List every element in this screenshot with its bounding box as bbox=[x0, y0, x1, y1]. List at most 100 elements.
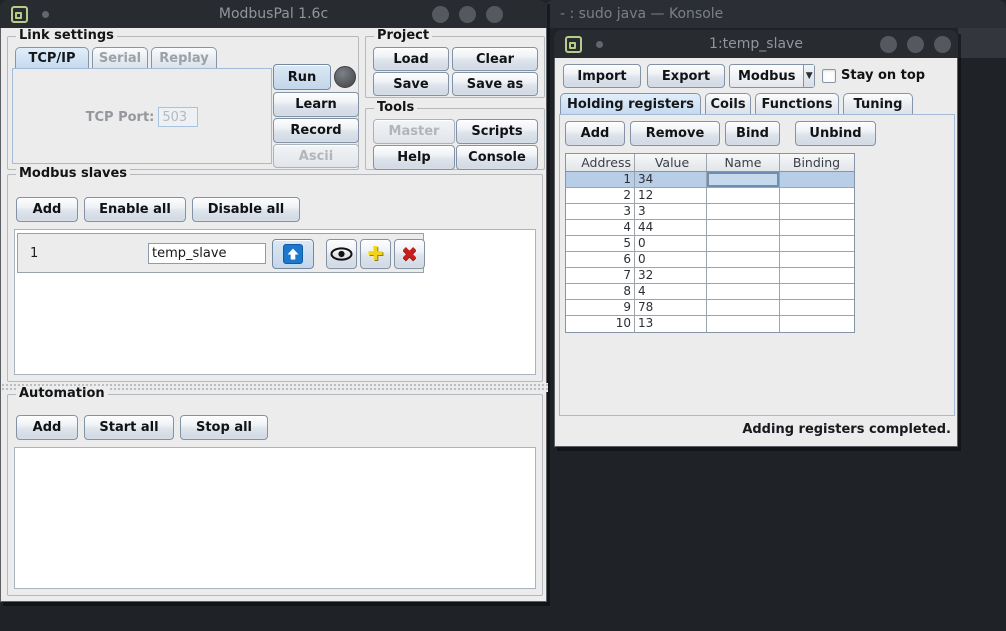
start-all-button[interactable]: Start all bbox=[84, 415, 174, 440]
delete-slave-button[interactable]: ✖ bbox=[394, 239, 425, 269]
load-button[interactable]: Load bbox=[373, 47, 449, 71]
cell-binding[interactable] bbox=[780, 172, 853, 187]
cell-name[interactable] bbox=[707, 220, 780, 235]
cell-binding[interactable] bbox=[780, 220, 853, 235]
cell-binding[interactable] bbox=[780, 188, 853, 203]
cell-binding[interactable] bbox=[780, 284, 853, 299]
delete-x-icon: ✖ bbox=[401, 244, 418, 264]
tab-tuning[interactable]: Tuning bbox=[843, 93, 913, 115]
cell-name[interactable] bbox=[707, 252, 780, 267]
cell-binding[interactable] bbox=[780, 204, 853, 219]
cell-name[interactable] bbox=[707, 284, 780, 299]
disable-all-button[interactable]: Disable all bbox=[192, 197, 300, 222]
close-button[interactable] bbox=[486, 6, 503, 23]
konsole-titlebar[interactable]: - : sudo java — Konsole bbox=[545, 0, 1006, 28]
slave-row[interactable]: 1 ✚ bbox=[17, 233, 424, 273]
cell-address[interactable]: 3 bbox=[566, 204, 635, 219]
cell-value[interactable]: 12 bbox=[635, 188, 707, 203]
clear-button[interactable]: Clear bbox=[452, 47, 538, 71]
cell-address[interactable]: 2 bbox=[566, 188, 635, 203]
protocol-combobox[interactable]: Modbus ▼ bbox=[729, 64, 815, 88]
cell-value[interactable]: 4 bbox=[635, 284, 707, 299]
record-button[interactable]: Record bbox=[273, 118, 359, 143]
cell-name[interactable] bbox=[707, 300, 780, 315]
cell-name[interactable] bbox=[707, 204, 780, 219]
slave-add-button[interactable]: Add bbox=[16, 197, 78, 222]
cell-value[interactable]: 78 bbox=[635, 300, 707, 315]
cell-binding[interactable] bbox=[780, 236, 853, 251]
cell-name[interactable] bbox=[707, 236, 780, 251]
minimize-button[interactable] bbox=[432, 6, 449, 23]
table-row[interactable]: 84 bbox=[566, 284, 854, 300]
cell-address[interactable]: 4 bbox=[566, 220, 635, 235]
cell-address[interactable]: 5 bbox=[566, 236, 635, 251]
table-row[interactable]: 1013 bbox=[566, 316, 854, 332]
cell-value[interactable]: 3 bbox=[635, 204, 707, 219]
automation-add-button[interactable]: Add bbox=[16, 415, 78, 440]
modbuspal-titlebar[interactable]: ModbusPal 1.6c bbox=[0, 0, 547, 28]
cell-binding[interactable] bbox=[780, 300, 853, 315]
enable-all-button[interactable]: Enable all bbox=[84, 197, 186, 222]
table-row[interactable]: 978 bbox=[566, 300, 854, 316]
tab-replay[interactable]: Replay bbox=[151, 47, 217, 69]
run-button[interactable]: Run bbox=[273, 64, 331, 90]
cell-name[interactable] bbox=[707, 268, 780, 283]
toggle-visibility-button[interactable] bbox=[326, 239, 357, 269]
slave-name-input[interactable] bbox=[148, 243, 266, 264]
learn-button[interactable]: Learn bbox=[273, 92, 359, 117]
tab-holding-registers[interactable]: Holding registers bbox=[560, 93, 701, 115]
maximize-button[interactable] bbox=[907, 36, 924, 53]
table-row[interactable]: 60 bbox=[566, 252, 854, 268]
cell-binding[interactable] bbox=[780, 252, 853, 267]
import-button[interactable]: Import bbox=[563, 64, 641, 88]
master-button[interactable]: Master bbox=[373, 119, 455, 144]
ascii-button[interactable]: Ascii bbox=[273, 144, 359, 168]
duplicate-slave-button[interactable]: ✚ bbox=[360, 239, 391, 269]
register-unbind-button[interactable]: Unbind bbox=[795, 121, 876, 146]
cell-value[interactable]: 44 bbox=[635, 220, 707, 235]
tab-coils[interactable]: Coils bbox=[705, 93, 751, 115]
help-button[interactable]: Help bbox=[373, 145, 455, 170]
console-button[interactable]: Console bbox=[456, 145, 538, 170]
export-button[interactable]: Export bbox=[647, 64, 725, 88]
cell-binding[interactable] bbox=[780, 268, 853, 283]
table-row[interactable]: 134 bbox=[566, 172, 854, 188]
register-add-button[interactable]: Add bbox=[565, 121, 625, 146]
cell-address[interactable]: 9 bbox=[566, 300, 635, 315]
register-bind-button[interactable]: Bind bbox=[725, 121, 780, 146]
table-row[interactable]: 732 bbox=[566, 268, 854, 284]
tab-serial[interactable]: Serial bbox=[92, 47, 148, 69]
cell-address[interactable]: 7 bbox=[566, 268, 635, 283]
tab-functions[interactable]: Functions bbox=[755, 93, 839, 115]
cell-name[interactable] bbox=[707, 172, 780, 187]
cell-value[interactable]: 0 bbox=[635, 252, 707, 267]
save-as-button[interactable]: Save as bbox=[452, 72, 538, 96]
table-row[interactable]: 50 bbox=[566, 236, 854, 252]
cell-address[interactable]: 6 bbox=[566, 252, 635, 267]
stay-on-top-checkbox[interactable] bbox=[822, 69, 836, 83]
cell-value[interactable]: 32 bbox=[635, 268, 707, 283]
cell-address[interactable]: 1 bbox=[566, 172, 635, 187]
cell-value[interactable]: 13 bbox=[635, 316, 707, 332]
cell-name[interactable] bbox=[707, 188, 780, 203]
table-row[interactable]: 33 bbox=[566, 204, 854, 220]
stop-all-button[interactable]: Stop all bbox=[180, 415, 268, 440]
close-button[interactable] bbox=[934, 36, 951, 53]
cell-address[interactable]: 8 bbox=[566, 284, 635, 299]
table-row[interactable]: 212 bbox=[566, 188, 854, 204]
cell-value[interactable]: 0 bbox=[635, 236, 707, 251]
tab-tcpip[interactable]: TCP/IP bbox=[15, 47, 89, 69]
tcp-port-input[interactable] bbox=[158, 107, 198, 127]
minimize-button[interactable] bbox=[880, 36, 897, 53]
save-button[interactable]: Save bbox=[373, 72, 449, 96]
cell-address[interactable]: 10 bbox=[566, 316, 635, 332]
slave-editor-titlebar[interactable]: 1:temp_slave bbox=[554, 30, 958, 58]
cell-name[interactable] bbox=[707, 316, 780, 332]
table-row[interactable]: 444 bbox=[566, 220, 854, 236]
cell-value[interactable]: 34 bbox=[635, 172, 707, 187]
scripts-button[interactable]: Scripts bbox=[456, 119, 538, 144]
register-remove-button[interactable]: Remove bbox=[630, 121, 720, 146]
maximize-button[interactable] bbox=[459, 6, 476, 23]
show-slave-panel-button[interactable] bbox=[272, 239, 314, 269]
cell-binding[interactable] bbox=[780, 316, 853, 332]
